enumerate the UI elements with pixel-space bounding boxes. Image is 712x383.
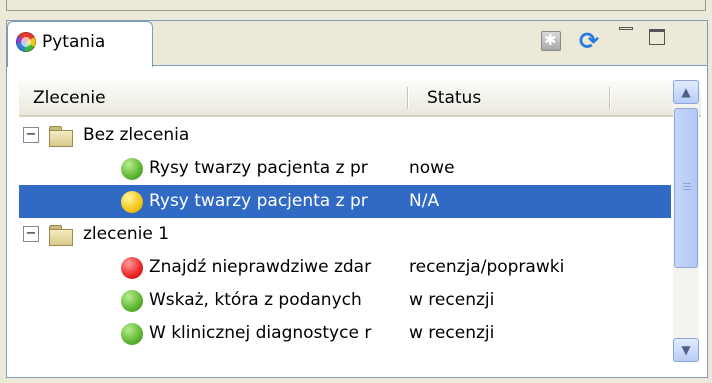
tab-label: Pytania (42, 32, 106, 52)
tree-group-row[interactable]: − Bez zlecenia (19, 119, 671, 152)
column-divider[interactable] (407, 87, 409, 109)
table-row-selected[interactable]: Rysy twarzy pacjenta z pr N/A (19, 185, 671, 218)
row-name: W klinicznej diagnostyce r (149, 323, 372, 343)
tree-table-panel: Zlecenie Status − Bez zlecenia Rysy twar… (7, 65, 707, 377)
yellow-status-icon (121, 191, 143, 213)
upper-panel-edge (0, 0, 712, 13)
collapse-toggle[interactable]: − (23, 226, 39, 242)
maximize-icon[interactable] (649, 29, 665, 45)
row-status: recenzja/poprawki (409, 257, 565, 277)
green-status-icon (121, 323, 143, 345)
scroll-down-button[interactable]: ▼ (673, 338, 699, 362)
color-wheel-icon (16, 32, 36, 52)
red-status-icon (121, 257, 143, 279)
column-divider[interactable] (609, 87, 611, 109)
view-tabbar: Pytania ⟳ (7, 21, 707, 67)
row-name: Wskaż, która z podanych (149, 290, 362, 310)
row-status: w recenzji (409, 323, 495, 343)
column-header-zlecenie[interactable]: Zlecenie (33, 88, 106, 108)
vertical-scrollbar[interactable]: ▲ ▼ (673, 80, 699, 362)
row-status: nowe (409, 158, 455, 178)
table-row[interactable]: Rysy twarzy pacjenta z pr nowe (19, 152, 671, 185)
row-status: N/A (409, 191, 440, 211)
group-label: zlecenie 1 (83, 224, 170, 244)
green-status-icon (121, 290, 143, 312)
folder-icon (49, 225, 73, 246)
tree-group-row[interactable]: − zlecenie 1 (19, 218, 671, 251)
folder-icon (49, 126, 73, 147)
asterisk-icon[interactable] (541, 31, 561, 51)
table-row[interactable]: Znajdź nieprawdziwe zdar recenzja/popraw… (19, 251, 671, 284)
table-row[interactable]: Wskaż, która z podanych w recenzji (19, 284, 671, 317)
table-row[interactable]: W klinicznej diagnostyce r w recenzji (19, 317, 671, 350)
row-name: Rysy twarzy pacjenta z pr (149, 191, 368, 211)
row-status: w recenzji (409, 290, 495, 310)
column-header-status[interactable]: Status (427, 88, 481, 108)
row-name: Rysy twarzy pacjenta z pr (149, 158, 368, 178)
minimize-icon[interactable] (619, 27, 633, 30)
tab-pytania[interactable]: Pytania (7, 21, 153, 67)
group-label: Bez zlecenia (83, 125, 190, 145)
green-status-icon (121, 158, 143, 180)
refresh-icon[interactable]: ⟳ (579, 29, 603, 53)
scroll-thumb[interactable] (674, 108, 698, 268)
row-name: Znajdź nieprawdziwe zdar (149, 257, 372, 277)
questions-view: Pytania ⟳ Zlecenie Status − Bez zlecenia… (6, 20, 708, 378)
collapse-toggle[interactable]: − (23, 127, 39, 143)
table-header: Zlecenie Status (19, 81, 701, 117)
scroll-up-button[interactable]: ▲ (673, 80, 699, 104)
